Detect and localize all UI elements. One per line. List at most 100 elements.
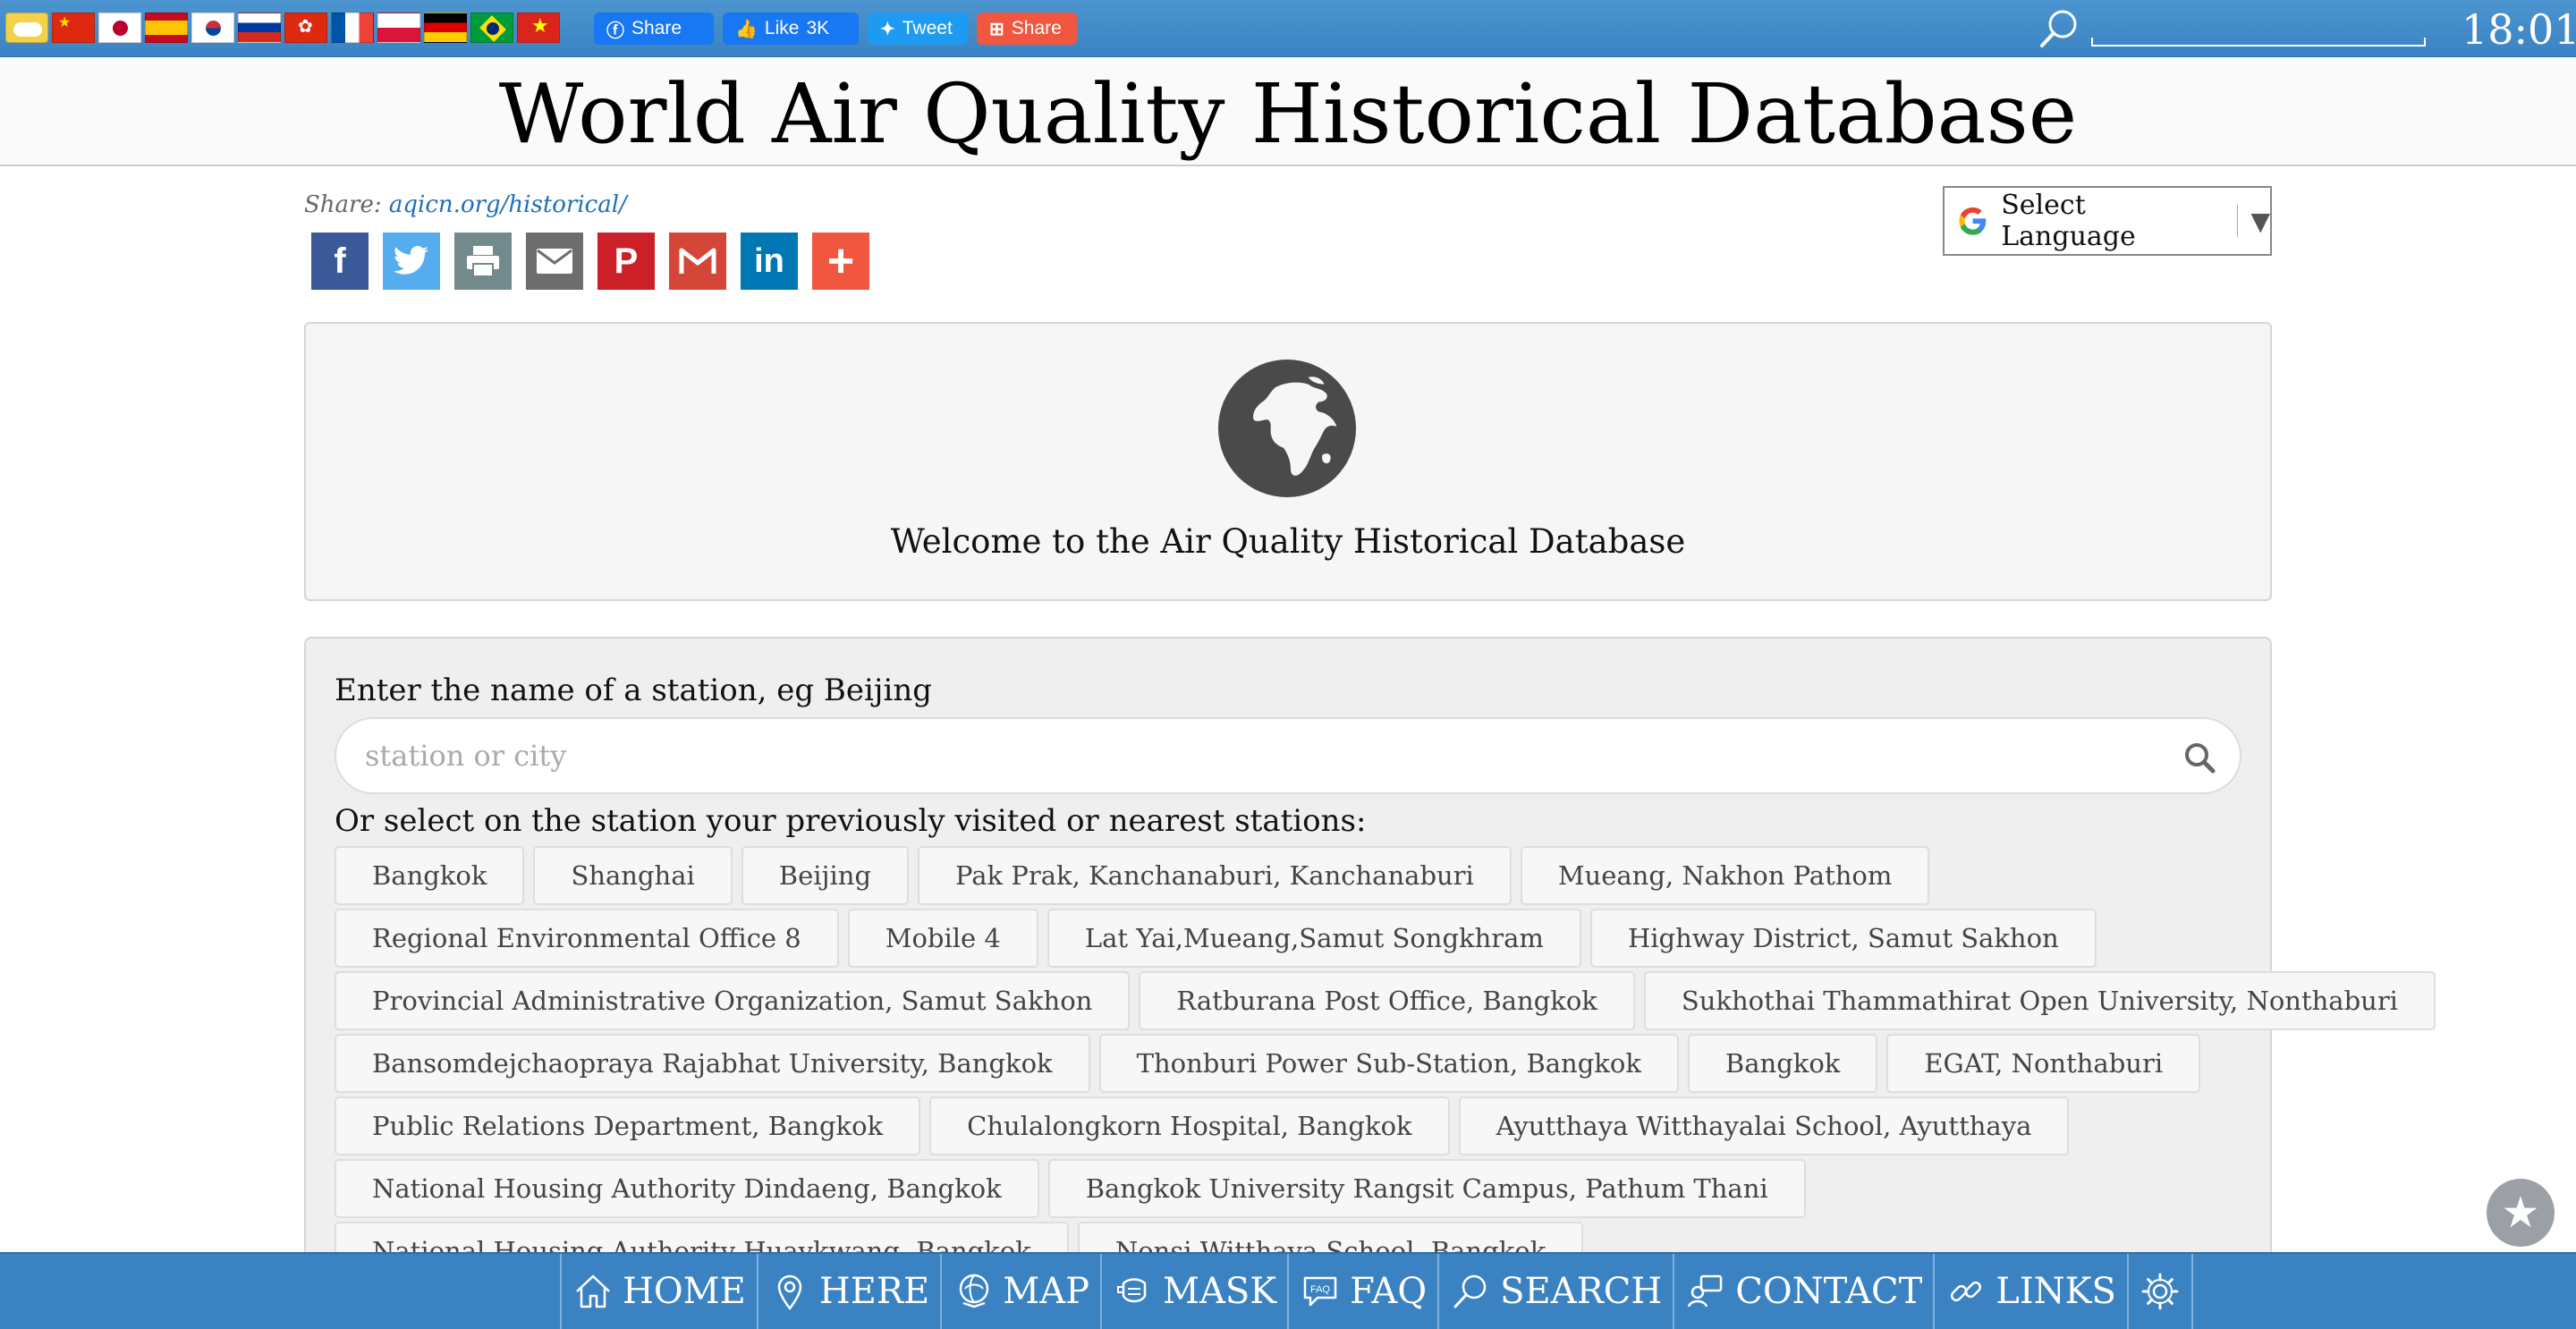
station-chip[interactable]: Bansomdejchaopraya Rajabhat University, … [335,1034,1090,1093]
language-flags [5,13,560,43]
nav-contact-label: CONTACT [1735,1271,1923,1312]
station-chip[interactable]: Mueang, Nakhon Pathom [1520,846,1930,905]
share-link[interactable]: aqicn.org/historical/ [389,191,627,218]
station-chip[interactable]: Bangkok University Rangsit Campus, Pathu… [1047,1159,1806,1218]
station-row: Public Relations Department, Bangkok Chu… [335,1096,2258,1155]
china-flag-icon[interactable] [52,13,95,43]
station-search-input[interactable] [335,717,2241,794]
station-chip[interactable]: Regional Environmental Office 8 [335,909,839,968]
tweet-label: Tweet [902,18,953,38]
poland-flag-icon[interactable] [377,13,420,43]
globe-icon [1217,359,1357,498]
contact-icon [1688,1274,1723,1308]
brazil-flag-icon[interactable] [470,13,513,43]
page-title: World Air Quality Historical Database [498,66,2078,162]
facebook-icon: ⓕ [606,21,624,41]
globe-map-icon [960,1274,989,1308]
station-chip[interactable]: Thonburi Power Sub-Station, Bangkok [1098,1034,1679,1093]
nav-search-label: SEARCH [1500,1271,1663,1312]
addthis-share-button[interactable]: ⊞ Share [977,13,1077,45]
pinterest-icon[interactable]: P [597,233,655,290]
language-select-label: Select Language [2001,190,2136,252]
like-count: 3K [806,18,830,38]
search-icon [1453,1274,1487,1308]
station-chip[interactable]: Chulalongkorn Hospital, Bangkok [929,1096,1450,1155]
station-chip[interactable]: Beijing [741,846,910,905]
nav-mask-label: MASK [1163,1271,1277,1312]
russia-flag-icon[interactable] [238,13,281,43]
twitter-bird-icon: ✦ [880,19,895,39]
nav-settings[interactable] [2126,1254,2193,1329]
svg-text:FAQ: FAQ [1310,1284,1330,1295]
welcome-panel: Welcome to the Air Quality Historical Da… [304,322,2272,601]
station-chip[interactable]: Ayutthaya Witthayalai School, Ayutthaya [1458,1096,2070,1155]
nav-map[interactable]: MAP [940,1254,1100,1329]
nav-faq[interactable]: FAQ FAQ [1287,1254,1437,1329]
language-select[interactable]: Select Language ▼ [1943,186,2272,256]
home-flag-icon[interactable] [5,13,48,43]
facebook-share-button[interactable]: ⓕ Share [594,13,714,45]
nav-links[interactable]: LINKS [1933,1254,2127,1329]
twitter-icon[interactable] [383,233,440,290]
print-icon[interactable] [454,233,512,290]
station-chip[interactable]: Pak Prak, Kanchanaburi, Kanchanaburi [918,846,1512,905]
spain-flag-icon[interactable] [145,13,188,43]
top-search-field[interactable] [2091,38,2426,47]
home-icon [576,1274,610,1308]
station-chip[interactable]: Public Relations Department, Bangkok [335,1096,921,1155]
top-search[interactable] [2038,4,2431,54]
station-row: Bansomdejchaopraya Rajabhat University, … [335,1034,2258,1093]
gear-icon [2141,1273,2179,1310]
bottom-nav: HOME HERE MAP MASK FAQ FAQ SEARCH CONTAC… [560,1254,2193,1329]
facebook-like-button[interactable]: 👍 Like 3K [723,13,859,45]
facebook-share-label: Share [631,18,682,38]
germany-flag-icon[interactable] [424,13,467,43]
search-icon[interactable] [2038,7,2080,50]
station-chip[interactable]: National Housing Authority Dindaeng, Ban… [335,1159,1039,1218]
vietnam-flag-icon[interactable] [517,13,560,43]
nav-mask[interactable]: MASK [1100,1254,1287,1329]
japan-flag-icon[interactable] [98,13,141,43]
facebook-icon[interactable]: f [311,233,369,290]
share-prefix: Share: [304,191,382,218]
station-row: Regional Environmental Office 8 Mobile 4… [335,909,2258,968]
station-chip[interactable]: Sukhothai Thammathirat Open University, … [1643,971,2436,1030]
favorite-star-icon[interactable]: ★ [2487,1179,2555,1247]
addthis-share-label: Share [1011,18,1062,38]
google-icon [1959,207,1987,235]
location-pin-icon [777,1274,802,1311]
welcome-text: Welcome to the Air Quality Historical Da… [890,522,1686,561]
dropdown-arrow-icon[interactable]: ▼ [2250,207,2270,236]
korea-flag-icon[interactable] [191,13,234,43]
nav-faq-label: FAQ [1350,1271,1428,1312]
station-chip[interactable]: EGAT, Nonthaburi [1886,1034,2201,1093]
nav-here[interactable]: HERE [756,1254,940,1329]
station-chip[interactable]: Mobile 4 [847,909,1038,968]
share-line: Share: aqicn.org/historical/ [304,191,627,218]
station-row: Bangkok Shanghai Beijing Pak Prak, Kanch… [335,846,2258,905]
station-chip[interactable]: Shanghai [533,846,733,905]
station-chip[interactable]: Bangkok [1687,1034,1878,1093]
nav-contact[interactable]: CONTACT [1673,1254,1933,1329]
station-search-label: Enter the name of a station, eg Beijing [335,673,932,708]
email-icon[interactable] [526,233,583,290]
station-search-panel: Enter the name of a station, eg Beijing … [304,637,2436,1329]
thumbs-up-icon: 👍 [735,19,758,39]
nav-search[interactable]: SEARCH [1437,1254,1673,1329]
search-icon[interactable] [2182,741,2216,775]
linkedin-icon[interactable]: in [741,233,798,290]
hongkong-flag-icon[interactable] [284,13,327,43]
nav-links-label: LINKS [1996,1271,2116,1312]
station-chip[interactable]: Ratburana Post Office, Bangkok [1139,971,1635,1030]
france-flag-icon[interactable] [331,13,374,43]
clock: 18:01 [2462,5,2576,54]
top-bar: ⓕ Share 👍 Like 3K ✦ Tweet ⊞ Share 18:01 [0,0,2576,57]
tweet-button[interactable]: ✦ Tweet [868,13,968,45]
station-chip[interactable]: Highway District, Samut Sakhon [1589,909,2097,968]
nav-home[interactable]: HOME [560,1254,757,1329]
station-chip[interactable]: Provincial Administrative Organization, … [335,971,1131,1030]
station-chip[interactable]: Lat Yai,Mueang,Samut Songkhram [1046,909,1581,968]
more-icon[interactable]: + [812,233,869,290]
station-chip[interactable]: Bangkok [335,846,525,905]
gmail-icon[interactable] [669,233,726,290]
